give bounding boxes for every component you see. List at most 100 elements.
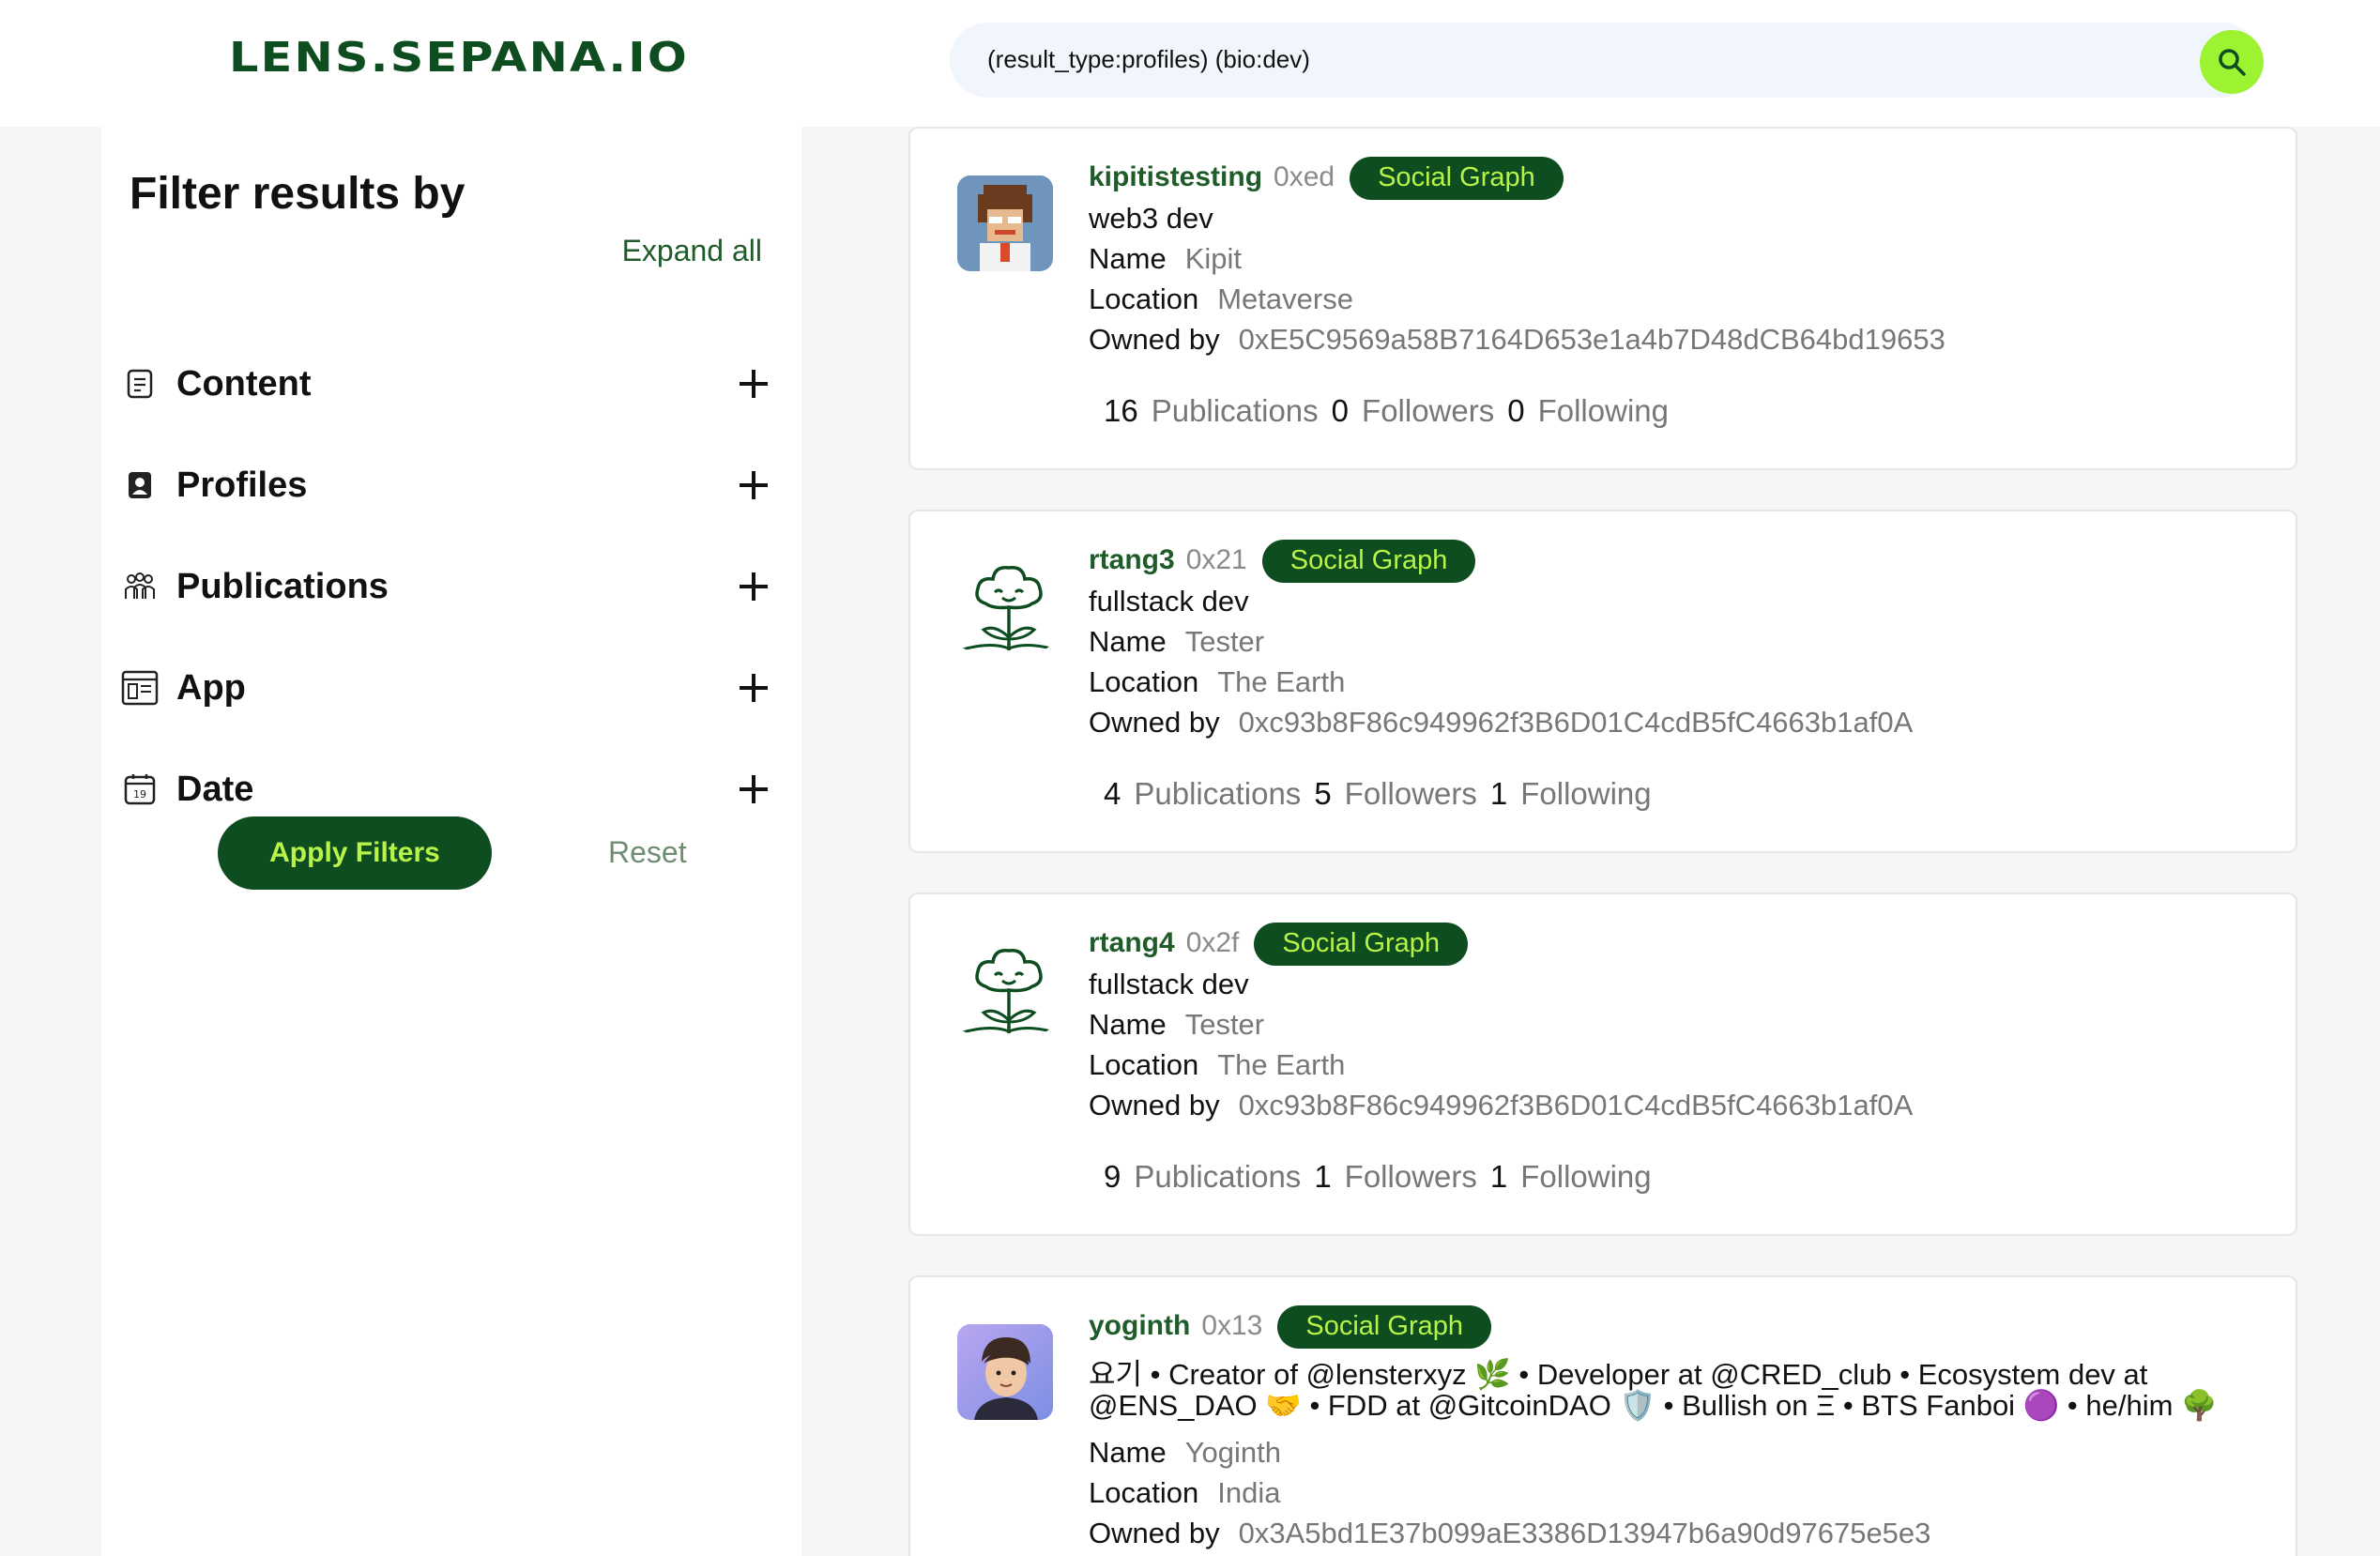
profile-owner-row: Owned by 0xc93b8F86c949962f3B6D01C4cdB5fC… xyxy=(1089,1089,1913,1122)
calendar-icon: 19 xyxy=(120,770,160,809)
filter-app[interactable]: App xyxy=(120,655,773,721)
followers-label: Followers xyxy=(1362,393,1495,428)
profile-bio: web3 dev xyxy=(1089,202,1213,235)
search-input[interactable]: (result_type:profiles) (bio:dev) xyxy=(987,45,1310,74)
location-label: Location xyxy=(1089,665,1199,698)
apply-filters-button[interactable]: Apply Filters xyxy=(218,816,492,890)
profile-bio: fullstack dev xyxy=(1089,968,1249,1000)
profile-card[interactable]: rtang4 0x2f Social Graph fullstack dev Nam… xyxy=(908,892,2297,1236)
profile-location: Metaverse xyxy=(1217,282,1353,315)
filter-label: Content xyxy=(176,363,312,404)
search-bar[interactable]: (result_type:profiles) (bio:dev) xyxy=(950,23,2264,98)
profile-name: Tester xyxy=(1184,625,1265,658)
site-logo[interactable]: LENS.SEPANA.IO xyxy=(229,34,689,82)
profile-handle[interactable]: yoginth xyxy=(1089,1310,1190,1341)
publications-label: Publications xyxy=(1134,776,1302,811)
following-label: Following xyxy=(1537,393,1669,428)
following-label: Following xyxy=(1520,776,1652,811)
filter-content[interactable]: Content xyxy=(120,351,773,417)
profile-card[interactable]: kipitistesting 0xed Social Graph web3 dev … xyxy=(908,127,2297,470)
followers-count: 1 xyxy=(1314,1159,1332,1194)
followers-count: 0 xyxy=(1331,393,1350,428)
publications-label: Publications xyxy=(1151,393,1319,428)
profile-location: The Earth xyxy=(1217,665,1346,698)
social-graph-badge[interactable]: Social Graph xyxy=(1261,540,1476,583)
filter-label: Date xyxy=(176,769,254,809)
profile-handle[interactable]: kipitistesting xyxy=(1089,161,1262,192)
profile-location-row: Location The Earth xyxy=(1089,665,1345,699)
profile-location: The Earth xyxy=(1217,1048,1346,1081)
expand-plus-icon[interactable] xyxy=(734,465,773,505)
name-label: Name xyxy=(1089,242,1167,275)
location-label: Location xyxy=(1089,1476,1199,1509)
filter-label: App xyxy=(176,667,246,708)
profile-name-row: Name Yoginth xyxy=(1089,1436,1281,1470)
expand-plus-icon[interactable] xyxy=(734,770,773,809)
profile-header: rtang3 0x21 Social Graph xyxy=(1089,540,1476,583)
profile-card[interactable]: yoginth 0x13 Social Graph 요기 • Creator of … xyxy=(908,1275,2297,1556)
filter-date[interactable]: 19 Date xyxy=(120,756,773,822)
social-graph-badge[interactable]: Social Graph xyxy=(1254,923,1469,966)
expand-plus-icon[interactable] xyxy=(734,567,773,606)
profile-owner-row: Owned by 0xE5C9569a58B7164D653e1a4b7D48dC… xyxy=(1089,323,1945,357)
following-count: 1 xyxy=(1489,1159,1508,1194)
avatar xyxy=(957,938,1053,1033)
expand-all-link[interactable]: Expand all xyxy=(622,234,762,268)
name-label: Name xyxy=(1089,625,1167,658)
profile-name: Tester xyxy=(1184,1008,1265,1041)
publications-label: Publications xyxy=(1134,1159,1302,1194)
reset-button[interactable]: Reset xyxy=(608,835,687,870)
profile-handle[interactable]: rtang4 xyxy=(1089,927,1175,958)
owned-by-label: Owned by xyxy=(1089,706,1220,739)
following-count: 1 xyxy=(1489,776,1508,811)
profile-location-row: Location Metaverse xyxy=(1089,282,1353,316)
location-label: Location xyxy=(1089,1048,1199,1081)
profile-id: 0x2f xyxy=(1185,927,1240,959)
following-count: 0 xyxy=(1507,393,1525,428)
profile-name: Yoginth xyxy=(1184,1436,1281,1469)
avatar xyxy=(957,555,1053,650)
profile-name: Kipit xyxy=(1184,242,1243,275)
expand-plus-icon[interactable] xyxy=(734,668,773,708)
profile-owner: 0xc93b8F86c949962f3B6D01C4cdB5fC4663b1af… xyxy=(1238,706,1914,739)
profile-bio: @ENS_DAO 🤝 • FDD at @GitcoinDAO 🛡️ • Bul… xyxy=(1089,1389,2218,1422)
owned-by-label: Owned by xyxy=(1089,1089,1220,1121)
profile-location-row: Location The Earth xyxy=(1089,1048,1345,1082)
profile-owner: 0x3A5bd1E37b099aE3386D13947b6a90d97675e5… xyxy=(1238,1517,1931,1549)
profile-owner-row: Owned by 0x3A5bd1E37b099aE3386D13947b6a90… xyxy=(1089,1517,1930,1550)
filter-publications[interactable]: Publications xyxy=(120,554,773,619)
profile-location-row: Location India xyxy=(1089,1476,1280,1510)
profile-bio: 요기 • Creator of @lensterxyz 🌿 • Develope… xyxy=(1089,1358,2148,1391)
filter-profiles[interactable]: Profiles xyxy=(120,452,773,518)
profile-header: kipitistesting 0xed Social Graph xyxy=(1089,157,1564,200)
filter-label: Profiles xyxy=(176,465,308,505)
profile-id: 0x13 xyxy=(1201,1310,1263,1342)
social-graph-badge[interactable]: Social Graph xyxy=(1350,157,1564,200)
profile-owner: 0xE5C9569a58B7164D653e1a4b7D48dCB64bd196… xyxy=(1238,323,1945,356)
social-graph-badge[interactable]: Social Graph xyxy=(1277,1305,1492,1349)
avatar xyxy=(957,175,1053,271)
publications-count: 4 xyxy=(1104,776,1121,811)
profile-card[interactable]: rtang3 0x21 Social Graph fullstack dev Nam… xyxy=(908,510,2297,853)
profile-owner-row: Owned by 0xc93b8F86c949962f3B6D01C4cdB5fC… xyxy=(1089,706,1913,740)
publications-count: 16 xyxy=(1104,393,1138,428)
name-label: Name xyxy=(1089,1436,1167,1469)
expand-plus-icon[interactable] xyxy=(734,364,773,404)
people-icon xyxy=(120,567,160,606)
filter-label: Publications xyxy=(176,566,389,606)
avatar xyxy=(957,1324,1053,1420)
followers-label: Followers xyxy=(1344,776,1477,811)
calendar-day: 19 xyxy=(133,788,146,801)
profile-handle[interactable]: rtang3 xyxy=(1089,544,1175,575)
followers-count: 5 xyxy=(1314,776,1332,811)
profile-header: yoginth 0x13 Social Graph xyxy=(1089,1305,1492,1349)
app-icon xyxy=(120,668,160,708)
profile-id: 0xed xyxy=(1274,161,1335,193)
profile-id: 0x21 xyxy=(1185,544,1247,576)
profile-location: India xyxy=(1217,1476,1281,1509)
owned-by-label: Owned by xyxy=(1089,1517,1220,1549)
search-button[interactable] xyxy=(2200,30,2264,94)
search-icon xyxy=(2219,49,2246,76)
profile-header: rtang4 0x2f Social Graph xyxy=(1089,923,1469,966)
following-label: Following xyxy=(1520,1159,1652,1194)
